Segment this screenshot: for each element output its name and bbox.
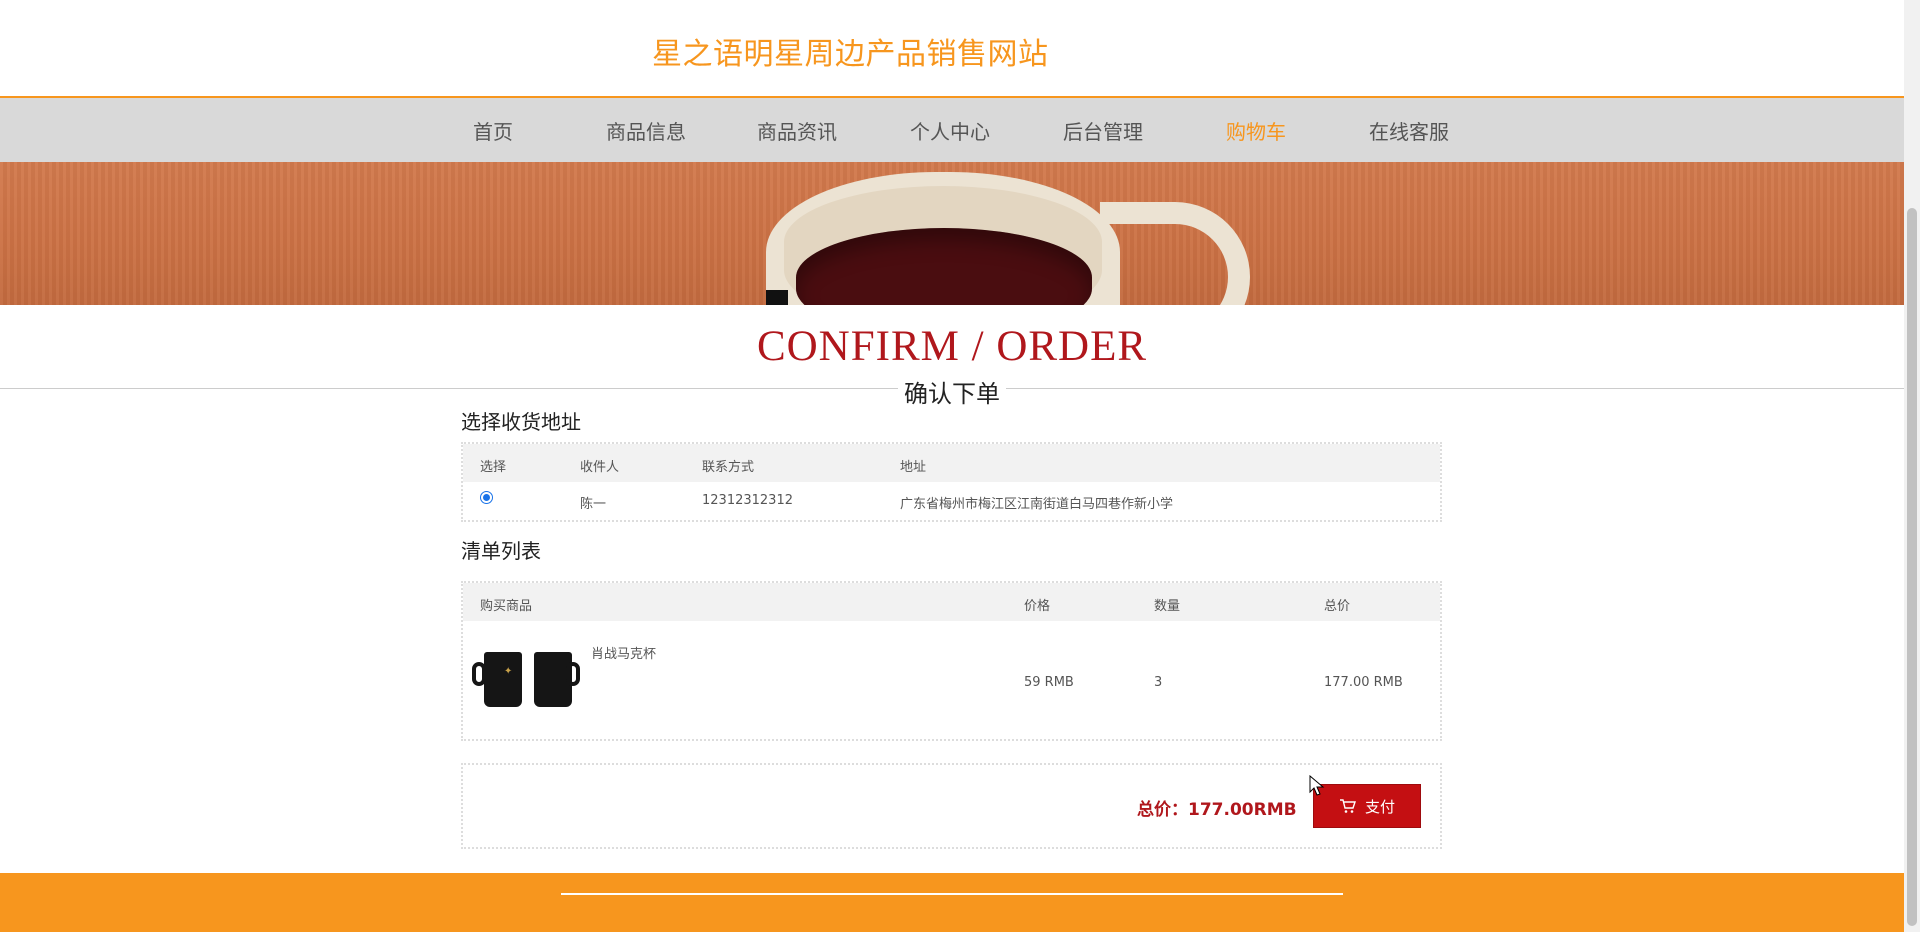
items-section-heading: 清单列表 (461, 539, 541, 563)
site-header: 星之语明星周边产品销售网站 (0, 0, 1904, 98)
banner-image (0, 162, 1904, 305)
nav-item-news[interactable]: 商品资讯 (757, 116, 837, 145)
product-price: 59 RMB (1024, 675, 1074, 690)
page-title-en: CONFIRM / ORDER (756, 323, 1148, 370)
product-total: 177.00 RMB (1324, 675, 1403, 690)
address-text: 广东省梅州市梅江区江南街道白马四巷作新小学 (900, 497, 1174, 512)
address-col-phone: 联系方式 (702, 460, 755, 475)
nav-item-personal-center[interactable]: 个人中心 (910, 116, 990, 145)
main-nav: 首页 商品信息 商品资讯 个人中心 后台管理 购物车 在线客服 (0, 98, 1904, 162)
address-recipient: 陈一 (580, 497, 607, 512)
nav-item-cart[interactable]: 购物车 (1226, 116, 1286, 145)
address-table-header: 选择 收件人 联系方式 地址 (463, 444, 1440, 482)
mouse-cursor-icon (1309, 775, 1325, 796)
banner-mug-stripe (766, 290, 788, 305)
mug-left-icon: ✦ (484, 652, 522, 707)
nav-item-home[interactable]: 首页 (473, 116, 513, 145)
items-col-price: 价格 (1024, 599, 1051, 614)
pay-button[interactable]: 支付 (1313, 784, 1421, 828)
order-total: 总价：177.00RMB (1137, 800, 1297, 820)
product-quantity: 3 (1154, 675, 1163, 690)
address-col-address: 地址 (900, 460, 927, 475)
pay-button-label: 支付 (1364, 798, 1395, 816)
address-phone: 12312312312 (702, 493, 793, 508)
items-col-quantity: 数量 (1154, 599, 1181, 614)
scrollbar-thumb[interactable] (1907, 208, 1917, 926)
cart-icon (1339, 798, 1357, 814)
address-section-heading: 选择收货地址 (461, 410, 581, 434)
footer-divider (561, 893, 1343, 895)
page-title-cn: 确认下单 (898, 380, 1006, 408)
page: 星之语明星周边产品销售网站 首页 商品信息 商品资讯 个人中心 后台管理 购物车… (0, 0, 1920, 932)
items-col-total: 总价 (1324, 599, 1351, 614)
page-scrollbar[interactable] (1904, 0, 1920, 932)
product-thumbnail[interactable]: ✦ (472, 646, 582, 708)
address-col-select: 选择 (480, 460, 507, 475)
nav-item-products[interactable]: 商品信息 (606, 116, 686, 145)
product-name[interactable]: 肖战马克杯 (591, 643, 656, 662)
site-footer (0, 873, 1904, 932)
page-title-cn-wrap: 确认下单 (0, 374, 1904, 409)
items-table-header: 购买商品 价格 数量 总价 (463, 583, 1440, 621)
item-row: ✦ 肖战马克杯 59 RMB 3 177.00 RMB (463, 621, 1440, 739)
site-title[interactable]: 星之语明星周边产品销售网站 (652, 29, 1049, 73)
items-table: 购买商品 价格 数量 总价 ✦ 肖战马克杯 59 RMB 3 177.00 RM… (461, 581, 1442, 741)
mug-handle-right-icon (566, 662, 580, 686)
nav-item-customer-service[interactable]: 在线客服 (1369, 116, 1449, 145)
address-col-recipient: 收件人 (580, 460, 620, 475)
address-row[interactable]: 陈一 12312312312 广东省梅州市梅江区江南街道白马四巷作新小学 (463, 482, 1440, 520)
items-col-product: 购买商品 (480, 599, 533, 614)
order-summary: 总价：177.00RMB 支付 (461, 763, 1442, 849)
nav-item-admin[interactable]: 后台管理 (1063, 116, 1143, 145)
address-select-radio[interactable] (480, 491, 493, 504)
address-table: 选择 收件人 联系方式 地址 陈一 12312312312 广东省梅州市梅江区江… (461, 442, 1442, 522)
